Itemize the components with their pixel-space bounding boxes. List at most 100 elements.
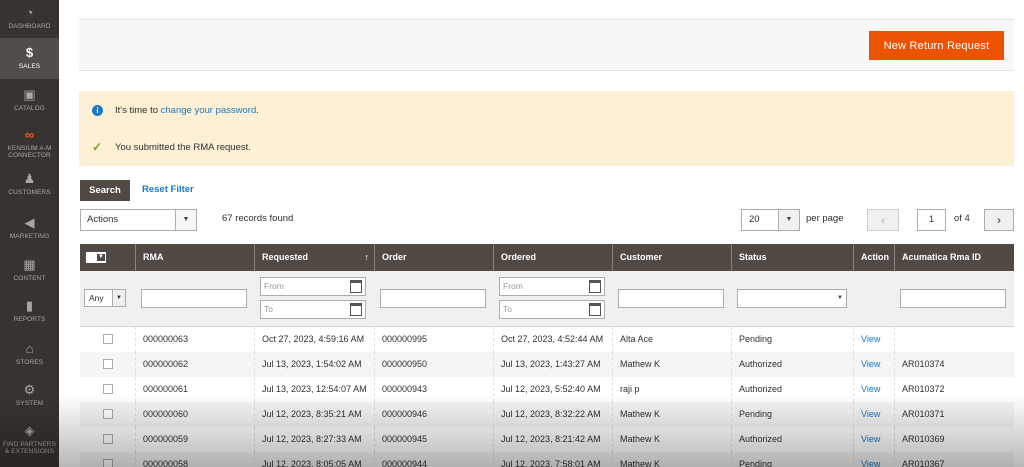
cell-ordered: Oct 27, 2023, 4:52:44 AM [493,327,612,352]
calendar-icon[interactable] [589,280,601,293]
cell-action: View [853,402,894,427]
nav-dashboard[interactable]: ◔ DASHBOARD [0,6,59,36]
calendar-icon[interactable] [350,303,362,316]
requested-from-placeholder: From [264,281,284,291]
reset-filter-link[interactable]: Reset Filter [142,184,194,195]
password-notice-prefix: It's time to [115,104,161,116]
nav-marketing[interactable]: ◀ MARKETING [0,216,59,246]
nav-find-partners-label: FIND PARTNERS & EXTENSIONS [2,441,57,455]
new-return-request-button[interactable]: New Return Request [869,31,1004,60]
row-checkbox[interactable] [103,334,113,344]
cell-rma: 000000062 [135,352,254,377]
nav-reports[interactable]: ▮ REPORTS [0,299,59,329]
row-checkbox[interactable] [103,409,113,419]
nav-content-label: CONTENT [13,275,46,282]
sort-ascending-icon: ↑ [364,252,370,262]
cell-ordered: Jul 12, 2023, 8:32:22 AM [493,402,612,427]
per-page-select[interactable]: 20 ▼ [741,209,800,231]
requested-to-input[interactable]: To [260,300,366,319]
page-number-input[interactable]: 1 [917,209,946,231]
table-row: 000000060 Jul 12, 2023, 8:35:21 AM 0000009… [80,402,1014,427]
cell-status: Authorized [731,377,853,402]
cube-icon: ◈ [24,423,35,438]
cell-status: Authorized [731,427,853,452]
column-requested[interactable]: Requested ↑ [254,244,374,271]
change-password-link[interactable]: change your password [161,105,257,116]
cell-requested: Jul 12, 2023, 8:27:33 AM [254,427,374,452]
view-link[interactable]: View [861,359,880,369]
mass-select-checkbox[interactable]: ▼ [86,252,106,263]
nav-system[interactable]: ⚙ SYSTEM [0,383,59,413]
status-filter-select[interactable]: ▼ [737,289,847,308]
cell-order: 000000943 [374,377,493,402]
rma-filter-input[interactable] [141,289,247,308]
table-row: 000000058 Jul 12, 2023, 8:05:05 AM 0000009… [80,452,1014,467]
chevron-down-icon: ▼ [778,210,799,230]
person-icon: ♟ [23,171,36,186]
row-checkbox[interactable] [103,384,113,394]
cell-requested: Oct 27, 2023, 4:59:16 AM [254,327,374,352]
chevron-left-icon: ‹ [881,213,885,227]
column-acumatica-rma-id[interactable]: Acumatica Rma ID [894,244,1014,271]
requested-from-input[interactable]: From [260,277,366,296]
table-row: 000000063 Oct 27, 2023, 4:59:16 AM 0000009… [80,327,1014,352]
calendar-icon[interactable] [350,280,362,293]
ordered-to-input[interactable]: To [499,300,605,319]
search-button[interactable]: Search [80,180,130,201]
column-customer[interactable]: Customer [612,244,731,271]
calendar-icon[interactable] [589,303,601,316]
grid-header: ▼ RMA Requested ↑ Order Ordered Customer… [80,244,1014,271]
acumatica-filter-input[interactable] [900,289,1006,308]
nav-kensium-connector[interactable]: ∞ KENSIUM A-M CONNECTOR [0,128,59,164]
nav-find-partners[interactable]: ◈ FIND PARTNERS & EXTENSIONS [0,424,59,464]
cell-requested: Jul 13, 2023, 1:54:02 AM [254,352,374,377]
ordered-from-input[interactable]: From [499,277,605,296]
nav-catalog[interactable]: ▣ CATALOG [0,88,59,118]
bar-chart-icon: ▮ [25,298,34,313]
nav-sales[interactable]: $ SALES [0,38,59,79]
nav-stores-label: STORES [15,359,44,366]
row-checkbox[interactable] [103,359,113,369]
column-status[interactable]: Status [731,244,853,271]
mass-filter-select[interactable]: Any ▼ [84,289,126,307]
view-link[interactable]: View [861,384,880,394]
main-content: New Return Request i It's time to change… [59,0,1024,467]
cell-requested: Jul 12, 2023, 8:05:05 AM [254,452,374,467]
cell-acumatica: AR010369 [894,427,1014,452]
actions-dropdown[interactable]: Actions ▼ [80,209,197,231]
cell-action: View [853,427,894,452]
row-checkbox-cell [80,427,135,452]
nav-customers[interactable]: ♟ CUSTOMERS [0,172,59,202]
info-icon: i [92,104,103,116]
nav-reports-label: REPORTS [13,316,46,323]
page-total: of 4 [954,213,970,224]
order-filter-input[interactable] [380,289,486,308]
nav-stores[interactable]: ⌂ STORES [0,342,59,372]
cell-rma: 000000060 [135,402,254,427]
chevron-right-icon: › [997,213,1001,227]
password-notice-suffix: . [256,104,259,116]
mass-select-header[interactable]: ▼ [80,244,135,271]
previous-page-button[interactable]: ‹ [867,209,899,231]
view-link[interactable]: View [861,459,880,467]
connector-icon: ∞ [24,127,35,142]
nav-system-label: SYSTEM [15,400,44,407]
row-checkbox[interactable] [103,434,113,444]
table-row: 000000061 Jul 13, 2023, 12:54:07 AM 000000… [80,377,1014,402]
view-link[interactable]: View [861,434,880,444]
nav-content[interactable]: ▦ CONTENT [0,258,59,288]
cell-customer: Mathew K [612,427,731,452]
dollar-icon: $ [25,45,34,60]
chevron-down-icon: ▼ [837,295,843,301]
column-ordered[interactable]: Ordered [493,244,612,271]
next-page-button[interactable]: › [984,209,1014,231]
column-order[interactable]: Order [374,244,493,271]
customer-filter-input[interactable] [618,289,724,308]
row-checkbox[interactable] [103,459,113,467]
chevron-down-icon: ▼ [112,290,125,306]
column-rma[interactable]: RMA [135,244,254,271]
view-link[interactable]: View [861,334,880,344]
view-link[interactable]: View [861,409,880,419]
megaphone-icon: ◀ [24,215,35,230]
cell-status: Pending [731,452,853,467]
